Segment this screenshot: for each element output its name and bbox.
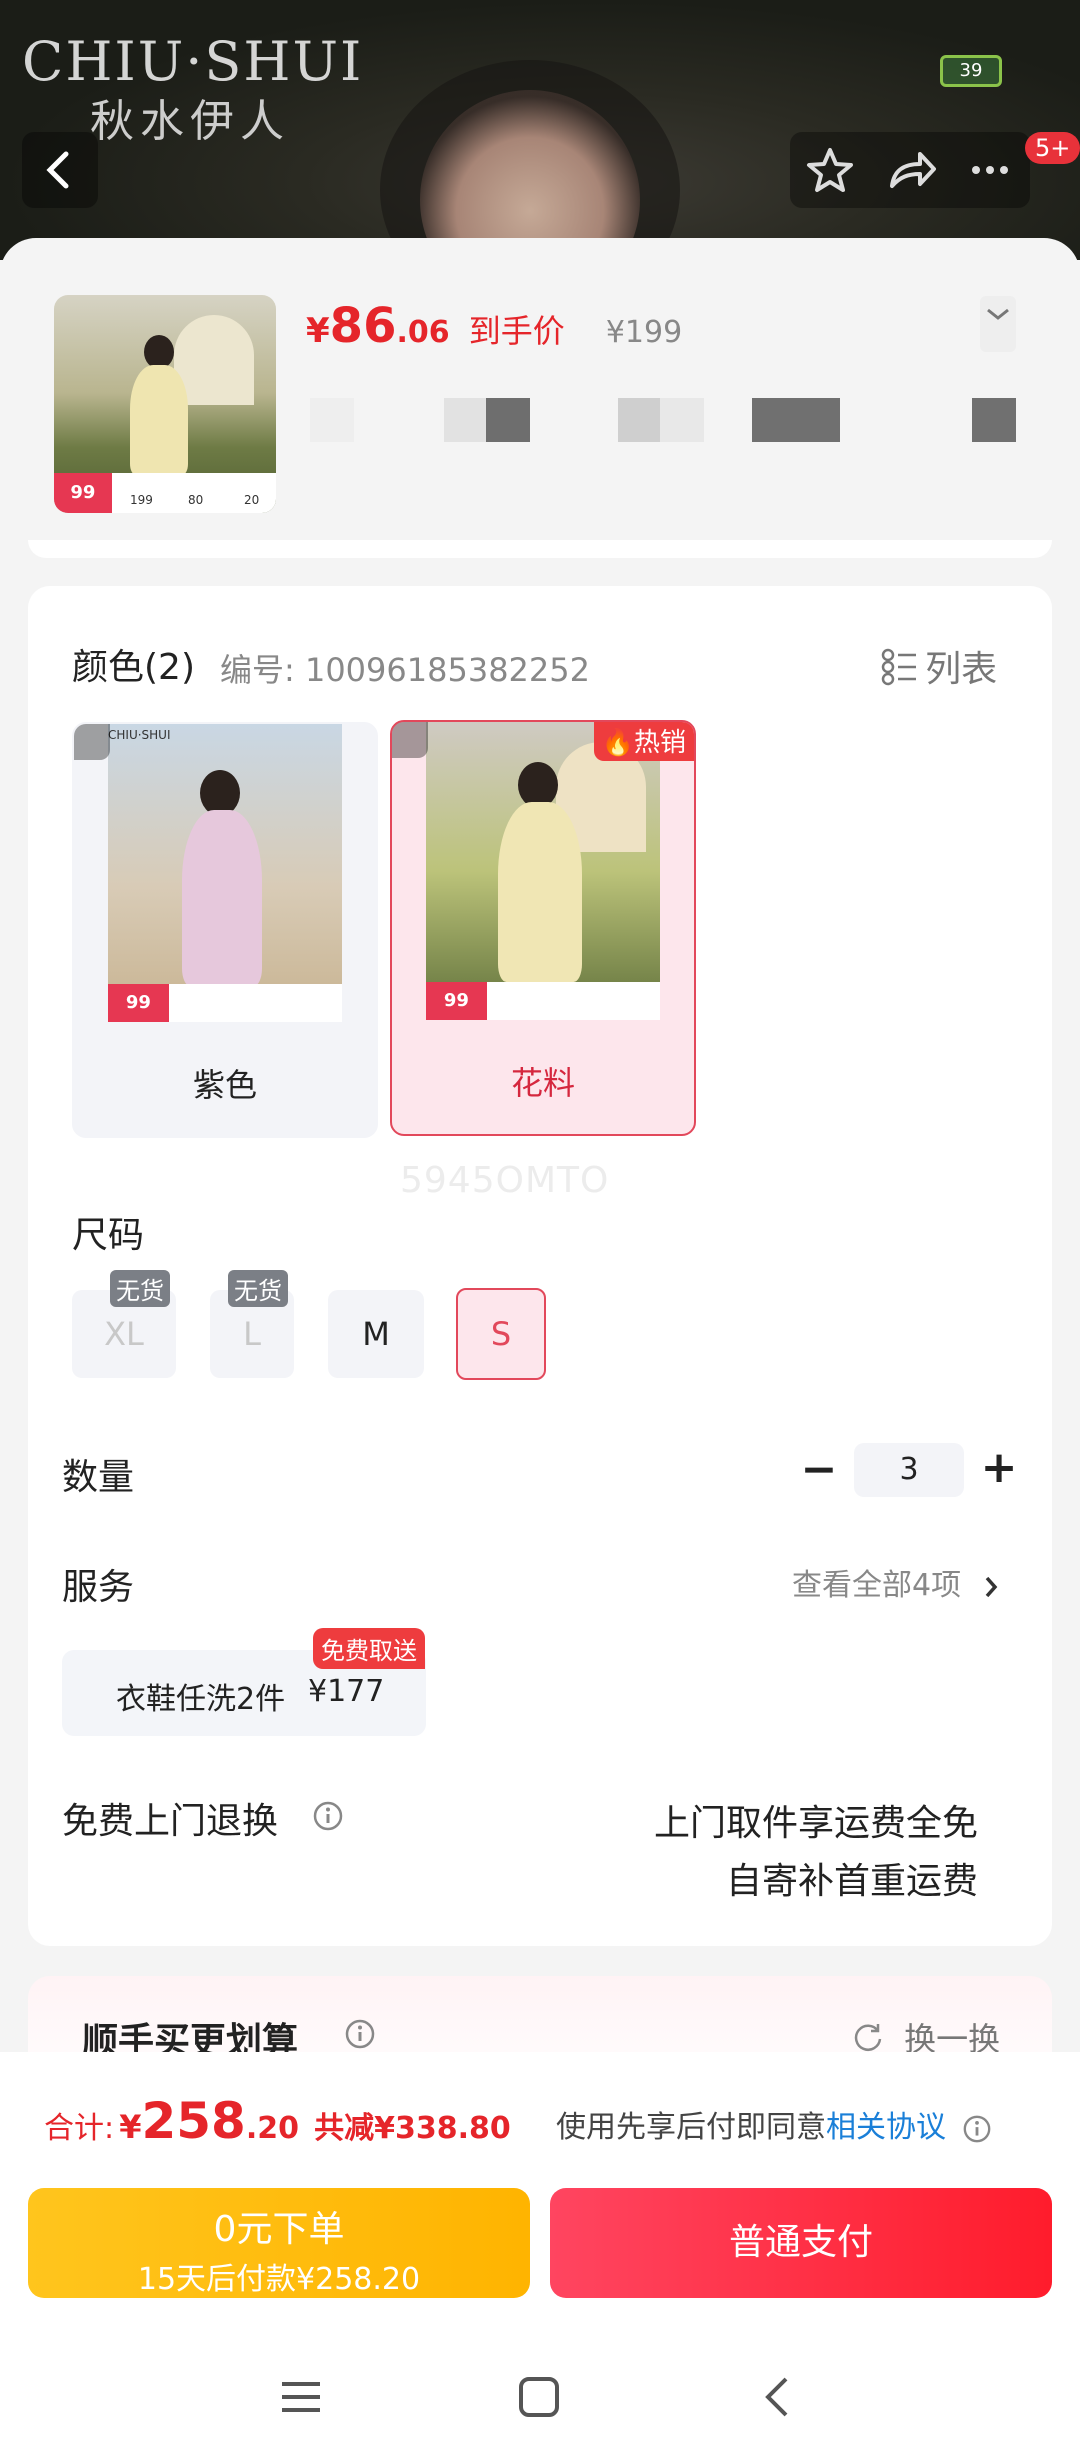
battery-indicator: 39 [940, 55, 1002, 87]
service-item-price: ¥177 [308, 1674, 385, 1709]
service-title: 服务 [62, 1567, 135, 1608]
header-actions [790, 132, 1030, 208]
product-code: 编号: 10096185382252 [220, 651, 590, 689]
returns-pickup-text: 上门取件享运费全免 [653, 1803, 978, 1844]
blurred-content [310, 398, 354, 442]
color-option-label: 紫色 [192, 1066, 257, 1104]
blurred-content [972, 398, 1016, 442]
info-icon[interactable] [344, 2018, 376, 2050]
thumb-price-3: 20 [244, 493, 260, 507]
size-label: XL [104, 1315, 144, 1353]
quantity-decrease-button[interactable]: − [796, 1446, 842, 1496]
thumb-price-2: 80 [188, 493, 204, 507]
size-label: L [243, 1315, 261, 1353]
pay-later-button[interactable]: 0元下单 15天后付款¥258.20 [28, 2188, 530, 2298]
quantity-title: 数量 [62, 1457, 135, 1498]
home-icon[interactable] [516, 2374, 562, 2420]
total-discount: 共减¥338.80 [314, 2111, 511, 2146]
flame-icon: 🔥 [601, 728, 634, 758]
agreement-text: 使用先享后付即同意相关协议 [556, 2102, 992, 2146]
refresh-icon [854, 2024, 882, 2051]
info-icon[interactable] [312, 1800, 344, 1832]
total-integer: 258 [141, 2092, 246, 2150]
blurred-content [444, 398, 488, 442]
agreement-prefix: 使用先享后付即同意 [556, 2110, 826, 2145]
list-label: 列表 [925, 649, 998, 690]
service-item-label: 衣鞋任洗2件 [116, 1682, 286, 1717]
blurred-content [752, 398, 840, 442]
hot-sale-label: 热销 [633, 728, 686, 758]
total-decimal: .20 [245, 2111, 299, 2146]
watermark: 5945OMTO [400, 1160, 610, 1201]
pay-later-subtitle: 15天后付款¥258.20 [137, 2262, 421, 2297]
pay-later-title: 0元下单 [213, 2209, 345, 2250]
color-title: 颜色(2) [72, 647, 195, 688]
returns-title: 免费上门退换 [62, 1801, 279, 1842]
hot-sale-badge: 🔥热销 [593, 722, 694, 761]
thumb-price-tag: 99 [54, 473, 112, 513]
size-title: 尺码 [72, 1215, 145, 1256]
price-row: ¥86.06 到手价 ¥199 [306, 298, 682, 358]
agreement-link[interactable]: 相关协议 [826, 2110, 946, 2145]
list-view-toggle[interactable]: 列表 [880, 640, 997, 690]
pay-now-button[interactable]: 普通支付 [550, 2188, 1052, 2298]
notification-badge: 5+ [1025, 132, 1080, 164]
price-decimal: .06 [396, 315, 450, 350]
share-icon[interactable] [870, 132, 950, 208]
back-nav-icon[interactable] [756, 2374, 802, 2420]
collapse-button[interactable] [980, 296, 1016, 352]
quantity-increase-button[interactable]: + [976, 1444, 1022, 1494]
size-label: M [362, 1315, 390, 1353]
chevron-down-icon [987, 308, 1009, 320]
view-all-label: 查看全部4项 [792, 1568, 962, 1603]
original-price: ¥199 [605, 315, 683, 350]
size-option-s[interactable]: S [456, 1288, 546, 1380]
color-option-floral[interactable]: 99 🔥热销 花料 [390, 720, 696, 1136]
blurred-content [618, 398, 662, 442]
expand-icon[interactable] [392, 722, 428, 758]
quantity-input[interactable]: 3 [854, 1443, 964, 1497]
total-price: 合计: ¥258.20 共减¥338.80 [44, 2092, 511, 2150]
back-icon [46, 151, 69, 189]
favorite-star-icon[interactable] [790, 132, 870, 208]
color-option-label: 花料 [510, 1064, 575, 1102]
total-currency: ¥ [119, 2108, 142, 2146]
list-icon [881, 648, 916, 686]
color-option-purple[interactable]: CHIU·SHUI 99 紫色 [72, 722, 378, 1138]
expand-icon[interactable] [74, 724, 110, 760]
brand-logo-cn: 秋水伊人 [90, 96, 290, 147]
brand-logo-en: CHIU·SHUI [22, 30, 364, 93]
thumb-price-1: 199 [130, 493, 153, 507]
out-of-stock-tag: 无货 [228, 1270, 288, 1307]
option-brand: CHIU·SHUI [108, 728, 171, 742]
more-icon[interactable] [950, 132, 1030, 208]
returns-self-send-text: 自寄补首重运费 [725, 1861, 978, 1902]
blurred-content [660, 398, 704, 442]
price-currency: ¥ [306, 311, 330, 351]
size-option-m[interactable]: M [328, 1290, 424, 1378]
back-button[interactable] [22, 132, 98, 208]
out-of-stock-tag: 无货 [110, 1270, 170, 1307]
info-icon[interactable] [962, 2114, 992, 2144]
menu-icon[interactable] [278, 2374, 324, 2420]
price-integer: 86 [329, 298, 397, 354]
service-view-all-link[interactable]: 查看全部4项 [792, 1560, 1003, 1604]
divider [28, 540, 1052, 558]
size-label: S [490, 1315, 512, 1353]
chevron-right-icon [985, 1576, 997, 1597]
product-thumbnail[interactable]: 99 199 80 20 [54, 295, 276, 513]
total-label: 合计: [44, 2111, 115, 2146]
price-label: 到手价 [468, 312, 565, 350]
blurred-content [486, 398, 530, 442]
free-pickup-tag: 免费取送 [313, 1628, 425, 1669]
